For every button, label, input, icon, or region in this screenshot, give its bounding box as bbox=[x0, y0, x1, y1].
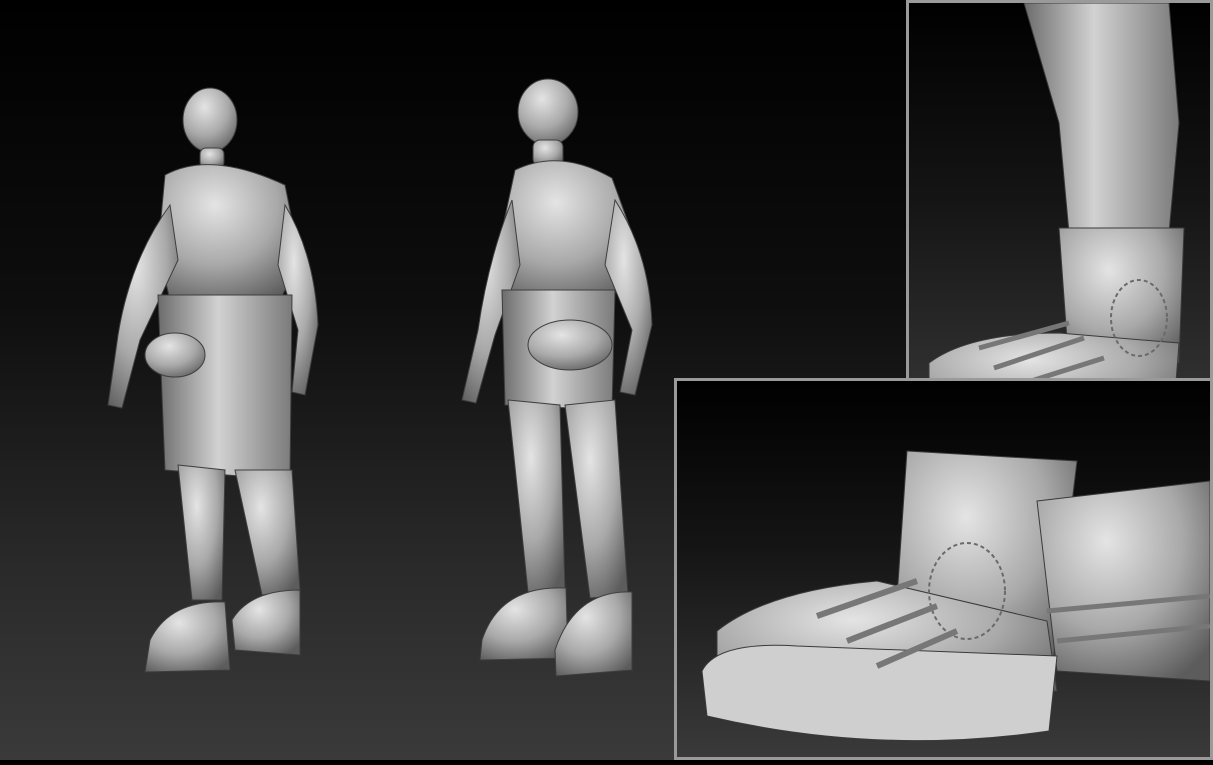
figure-front-view bbox=[461, 78, 653, 677]
boot-closeup-front-inset bbox=[674, 378, 1213, 760]
figure-back-view bbox=[107, 87, 319, 673]
boot-front-view bbox=[701, 450, 1210, 742]
render-scene bbox=[0, 0, 1213, 760]
